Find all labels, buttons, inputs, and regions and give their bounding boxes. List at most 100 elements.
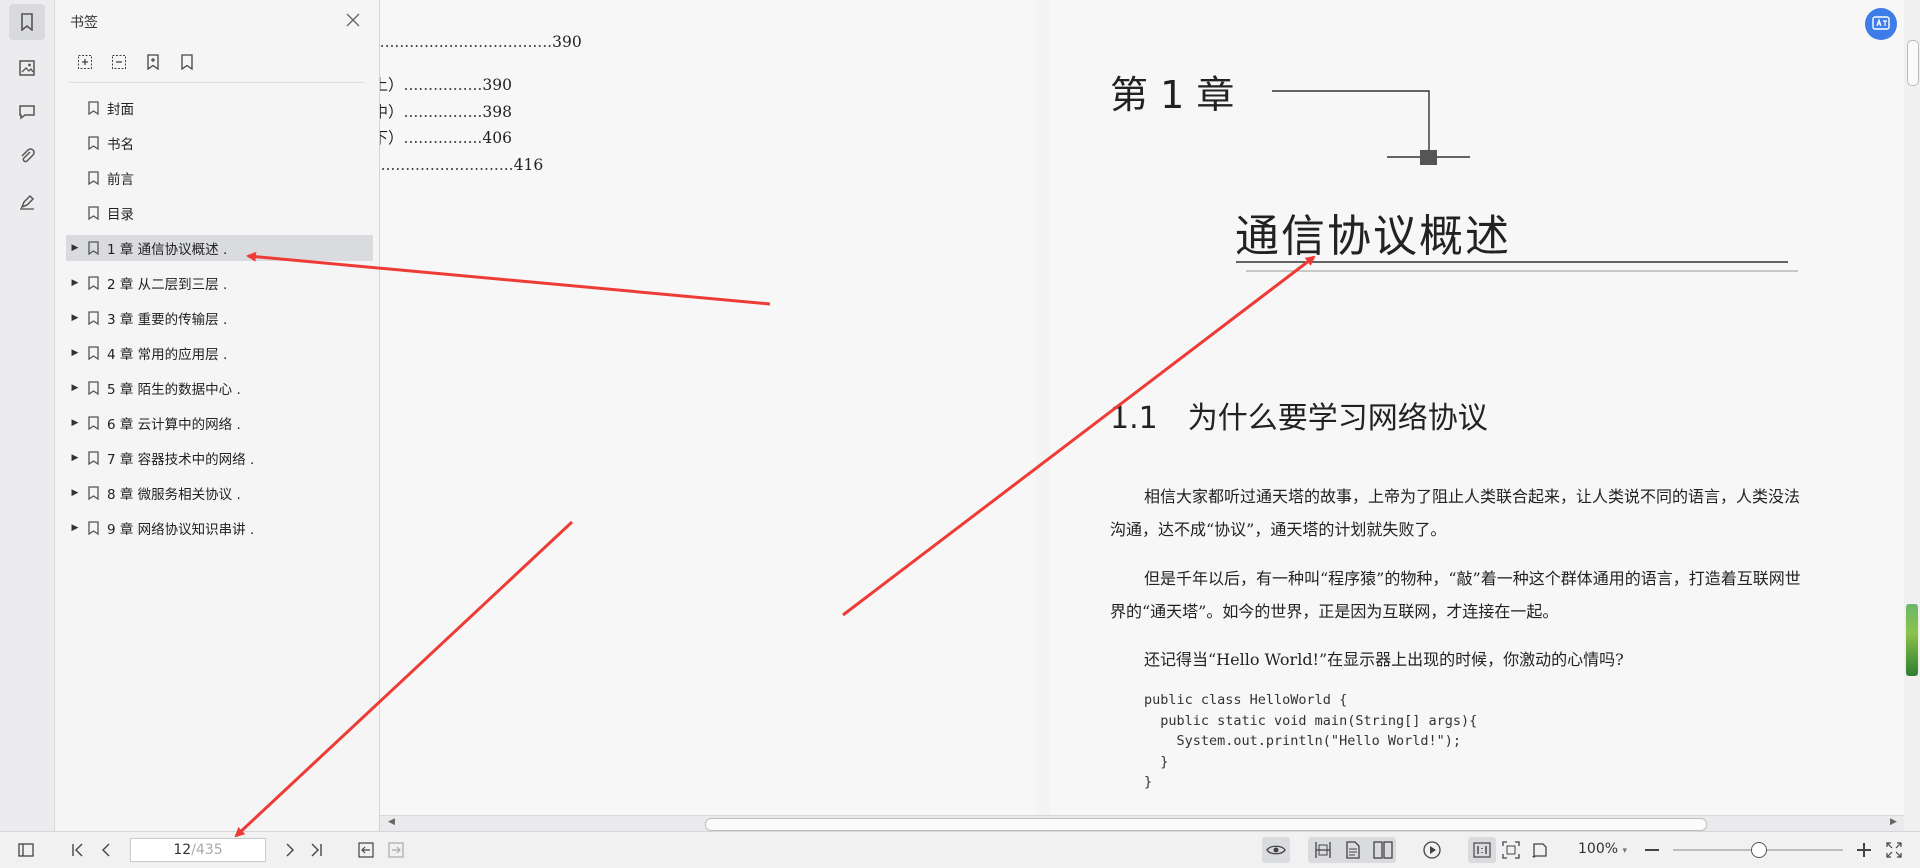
bookmark-item[interactable]: ▶ 2 章 从二层到三层 .	[66, 270, 373, 296]
bookmark-item[interactable]: ▶ 5 章 陌生的数据中心 .	[66, 375, 373, 401]
bookmark-item[interactable]: 目录	[66, 200, 373, 226]
double-page-icon[interactable]	[1372, 840, 1394, 860]
toc-entry[interactable]: 搭建一个网络实验环境：授人以鱼不如授人以渔...................…	[380, 153, 543, 175]
thumbnail-panel-icon[interactable]	[9, 50, 45, 86]
prev-page-icon[interactable]	[96, 840, 116, 860]
comment-panel-icon[interactable]	[9, 94, 45, 130]
bookmark-item[interactable]: 封面	[66, 95, 373, 121]
bookmark-icon	[88, 276, 100, 290]
expand-arrow-icon[interactable]: ▶	[68, 523, 82, 533]
toc-title: 知识串讲：用“双 11”的故事串起网络协议的碎片知识（上）	[380, 76, 404, 94]
first-page-icon[interactable]	[68, 840, 88, 860]
expand-arrow-icon[interactable]: ▶	[68, 418, 82, 428]
bookmark-icon	[88, 346, 100, 360]
collapse-all-icon[interactable]	[109, 52, 129, 72]
toc-page: 416	[513, 156, 544, 174]
fullscreen-icon[interactable]	[1884, 840, 1904, 860]
expand-arrow-icon[interactable]: ▶	[68, 453, 82, 463]
last-page-icon[interactable]	[306, 840, 326, 860]
paragraph: 还记得当“Hello World!”在显示器上出现的时候，你激动的心情吗?	[1144, 650, 1624, 669]
back-icon[interactable]	[356, 840, 376, 860]
paragraph: 但是千年以后，有一种叫“程序猿”的物种，“敲”着一种这个群体通用的语言，打造着互…	[1110, 569, 1801, 621]
bookmark-icon	[88, 171, 100, 185]
expand-arrow-icon[interactable]: ▶	[68, 383, 82, 393]
toc-page: 390	[552, 33, 582, 51]
toc-entry[interactable]: 协议知识串讲..................................…	[380, 30, 582, 52]
bookmark-item[interactable]: ▶ 6 章 云计算中的网络 .	[66, 410, 373, 436]
zoom-out-icon[interactable]	[1644, 840, 1660, 860]
bookmark-icon	[88, 241, 100, 255]
fit-width-icon[interactable]	[1313, 840, 1333, 860]
bookmark-item[interactable]: ▶ 1 章 通信协议概述 .	[66, 235, 373, 261]
level-indicator	[1906, 604, 1918, 676]
total-pages: /435	[191, 842, 223, 858]
zoom-select[interactable]: 100% ▾	[1578, 841, 1627, 857]
expand-arrow-icon[interactable]: ▶	[68, 348, 82, 358]
toggle-sidebar-icon[interactable]	[16, 840, 36, 860]
toc-leader: ................	[403, 129, 483, 147]
translate-float-icon[interactable]	[1865, 8, 1897, 40]
toc-leader: ................	[403, 76, 483, 94]
page-number-input[interactable]: 12/435	[130, 838, 266, 862]
bookmark-icon[interactable]	[177, 52, 197, 72]
expand-arrow-icon[interactable]: ▶	[68, 243, 82, 253]
bookmark-icon	[88, 311, 100, 325]
bookmark-label: 7 章 容器技术中的网络 .	[107, 452, 255, 468]
current-page: 12	[173, 842, 192, 858]
bookmark-item[interactable]: ▶ 4 章 常用的应用层 .	[66, 340, 373, 366]
expand-arrow-icon[interactable]: ▶	[68, 488, 82, 498]
bookmark-icon	[88, 521, 100, 535]
expand-arrow-icon[interactable]: ▶	[68, 278, 82, 288]
close-icon[interactable]	[343, 10, 363, 30]
vertical-scrollbar[interactable]	[1904, 0, 1920, 831]
bookmark-label: 6 章 云计算中的网络 .	[107, 417, 241, 433]
toc-entry[interactable]: 知识串讲：用“双 11”的故事串起网络协议的碎片知识（上）...........…	[380, 73, 512, 95]
add-bookmark-icon[interactable]	[143, 52, 163, 72]
bookmark-label: 1 章 通信协议概述 .	[107, 242, 228, 258]
bookmark-item[interactable]: 书名	[66, 130, 373, 156]
bookmark-icon	[88, 136, 100, 150]
bookmark-icon	[88, 381, 100, 395]
bookmark-item[interactable]: 前言	[66, 165, 373, 191]
scroll-thumb[interactable]	[705, 818, 1707, 831]
bookmark-item[interactable]: ▶ 8 章 微服务相关协议 .	[66, 480, 373, 506]
zoom-slider-knob[interactable]	[1751, 842, 1767, 858]
bookmark-label: 封面	[107, 102, 134, 118]
bookmark-label: 目录	[107, 207, 134, 223]
toc-entry[interactable]: 知识串讲：用“双 11”的故事串起网络协议的碎片知识（下）...........…	[380, 126, 512, 148]
toc-entry[interactable]: 知识串讲：用“双 11”的故事串起网络协议的碎片知识（中）...........…	[380, 100, 512, 122]
play-icon[interactable]	[1422, 840, 1442, 860]
bookmark-label: 前言	[107, 172, 134, 188]
bookmark-icon	[88, 101, 100, 115]
bookmark-label: 3 章 重要的传输层 .	[107, 312, 228, 328]
expand-all-icon[interactable]	[75, 52, 95, 72]
bookmark-label: 9 章 网络协议知识串讲 .	[107, 522, 255, 538]
toc-page: 406	[482, 129, 512, 147]
scroll-left-icon[interactable]: ◀	[388, 817, 395, 827]
expand-arrow-icon[interactable]: ▶	[68, 313, 82, 323]
rotate-icon[interactable]	[1530, 840, 1550, 860]
next-page-icon[interactable]	[280, 840, 300, 860]
bookmark-item[interactable]: ▶ 9 章 网络协议知识串讲 .	[66, 515, 373, 541]
document-viewport[interactable]: 协议知识串讲..................................…	[380, 0, 1904, 815]
fit-page-icon[interactable]	[1501, 840, 1521, 860]
divider	[69, 82, 365, 83]
page-left: 协议知识串讲..................................…	[380, 0, 1036, 815]
sidebar-title: 书签	[70, 15, 98, 31]
scroll-right-icon[interactable]: ▶	[1890, 817, 1897, 827]
toc-page: 398	[482, 103, 512, 121]
zoom-in-icon[interactable]	[1856, 840, 1872, 860]
scroll-thumb[interactable]	[1907, 40, 1919, 86]
forward-icon[interactable]	[386, 840, 406, 860]
horizontal-scrollbar[interactable]: ◀ ▶	[380, 815, 1904, 832]
bookmark-panel-icon[interactable]	[9, 4, 45, 40]
toc-title: 知识串讲：用“双 11”的故事串起网络协议的碎片知识（中）	[380, 103, 404, 121]
bookmark-item[interactable]: ▶ 3 章 重要的传输层 .	[66, 305, 373, 331]
signature-panel-icon[interactable]	[9, 184, 45, 220]
attachment-panel-icon[interactable]	[9, 138, 45, 174]
bookmark-item[interactable]: ▶ 7 章 容器技术中的网络 .	[66, 445, 373, 471]
bookmark-sidebar: 书签 封面 书名 前言 目录 ▶ 1 章 通信协议概述 . ▶ 2 章 从二层到三层 . ▶ 3 …	[55, 0, 380, 831]
single-page-icon[interactable]	[1343, 840, 1363, 860]
toc-leader: ................	[403, 103, 483, 121]
chevron-down-icon: ▾	[1622, 846, 1628, 856]
